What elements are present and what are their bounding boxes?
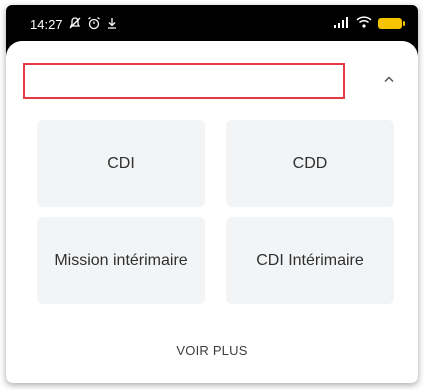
download-icon <box>106 16 118 33</box>
status-right <box>334 16 405 31</box>
status-bar: 14:27 <box>6 5 418 41</box>
status-time: 14:27 <box>30 17 63 32</box>
contract-type-label: Mission intérimaire <box>54 251 188 269</box>
contract-type-cdi[interactable]: CDI <box>37 120 205 207</box>
battery-icon <box>378 18 405 29</box>
voir-plus-label: VOIR PLUS <box>176 343 248 358</box>
contract-type-label: CDD <box>292 154 328 172</box>
contract-type-cdi-interimaire[interactable]: CDI Intérimaire <box>226 217 394 304</box>
filter-sheet: CDI CDD Mission intérimaire CDI Intérima… <box>6 41 418 383</box>
search-input[interactable] <box>23 63 345 99</box>
alarm-icon <box>87 16 101 33</box>
status-left: 14:27 <box>30 16 118 33</box>
phone-screen: 14:27 CDI CDD Mission intérimaire CDI In… <box>6 5 418 383</box>
wifi-icon <box>356 16 372 31</box>
muted-notification-icon <box>68 16 82 33</box>
chevron-up-icon[interactable] <box>381 71 397 87</box>
contract-type-label: CDI Intérimaire <box>256 251 364 269</box>
voir-plus-button[interactable]: VOIR PLUS <box>6 343 418 358</box>
signal-icon <box>334 16 350 31</box>
contract-type-mission-interimaire[interactable]: Mission intérimaire <box>37 217 205 304</box>
contract-type-cdd[interactable]: CDD <box>226 120 394 207</box>
contract-type-label: CDI <box>107 154 135 172</box>
